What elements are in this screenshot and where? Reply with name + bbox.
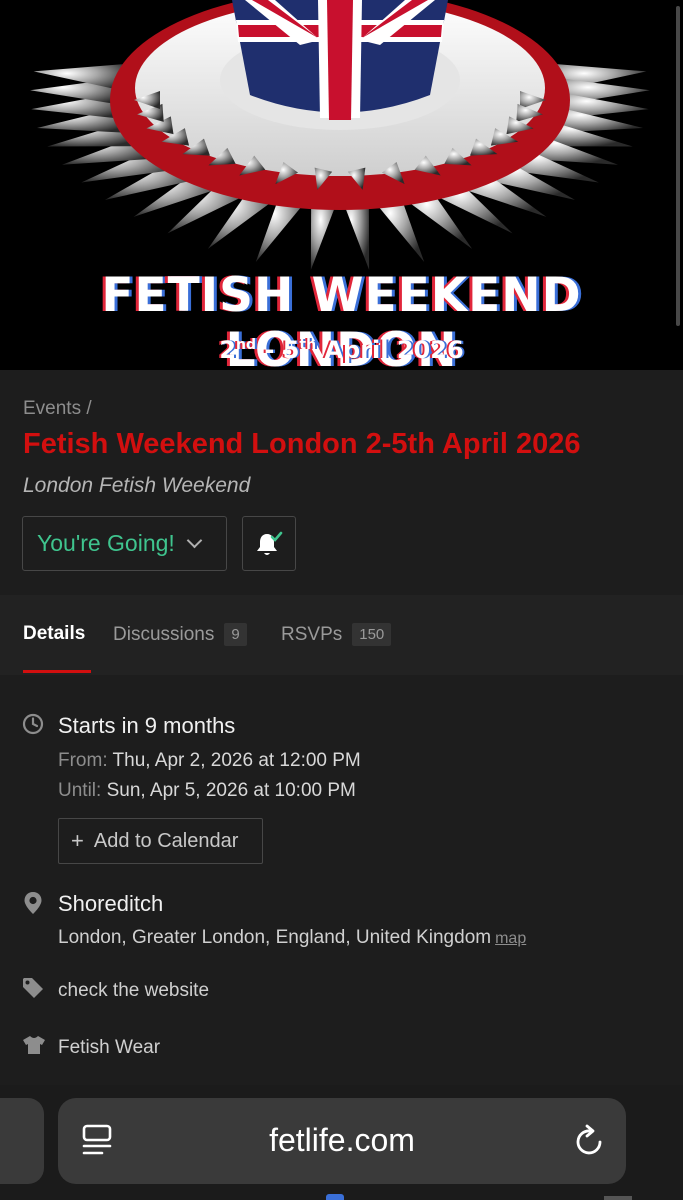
tag-icon bbox=[23, 978, 43, 998]
event-tabs: Details Discussions 9 RSVPs 150 bbox=[0, 595, 683, 675]
toolbar-share-hint bbox=[326, 1194, 344, 1200]
rsvp-status-button[interactable]: You're Going! bbox=[22, 516, 227, 571]
event-banner: FETISH WEEKEND LONDON 2nd - 5th April 20… bbox=[0, 0, 683, 370]
tab-discussions[interactable]: Discussions 9 bbox=[113, 623, 247, 646]
event-group-link[interactable]: London Fetish Weekend bbox=[23, 474, 250, 498]
map-pin-icon bbox=[24, 892, 42, 914]
bell-check-icon bbox=[257, 531, 283, 555]
tab-rsvps[interactable]: RSVPs 150 bbox=[281, 623, 392, 646]
end-date: Until: Sun, Apr 5, 2026 at 10:00 PM bbox=[58, 780, 356, 801]
venue-name: Shoreditch bbox=[58, 891, 164, 916]
map-link[interactable]: map bbox=[495, 930, 526, 947]
page-scrollbar[interactable] bbox=[676, 6, 680, 326]
event-details: Starts in 9 months From: Thu, Apr 2, 202… bbox=[0, 675, 683, 1085]
rsvps-count-badge: 150 bbox=[352, 623, 392, 646]
rsvp-status-label: You're Going! bbox=[37, 530, 175, 556]
banner-date: 2nd - 5th April 2026 bbox=[219, 336, 464, 364]
tab-details[interactable]: Details bbox=[23, 623, 85, 645]
url-text: fetlife.com bbox=[269, 1122, 415, 1158]
notification-toggle-button[interactable] bbox=[242, 516, 296, 571]
chevron-down-icon bbox=[186, 532, 203, 549]
browser-toolbar: fetlife.com bbox=[0, 1085, 683, 1200]
reload-icon[interactable] bbox=[574, 1124, 606, 1158]
add-to-calendar-button[interactable]: + Add to Calendar bbox=[58, 818, 263, 864]
venue-address: London, Greater London, England, United … bbox=[58, 927, 527, 948]
discussions-count-badge: 9 bbox=[224, 623, 247, 646]
previous-tab-preview[interactable] bbox=[0, 1098, 44, 1184]
event-cost: check the website bbox=[58, 980, 210, 1001]
toolbar-tabs-hint bbox=[604, 1196, 632, 1200]
active-tab-indicator bbox=[23, 670, 91, 673]
page-title: Fetish Weekend London 2-5th April 2026 bbox=[23, 428, 581, 460]
event-header: Events / Fetish Weekend London 2-5th Apr… bbox=[0, 370, 683, 595]
start-date: From: Thu, Apr 2, 2026 at 12:00 PM bbox=[58, 750, 361, 771]
clock-icon bbox=[22, 713, 44, 735]
start-countdown: Starts in 9 months bbox=[58, 713, 236, 738]
address-bar[interactable]: fetlife.com bbox=[58, 1098, 626, 1184]
plus-icon: + bbox=[71, 828, 84, 853]
dress-code: Fetish Wear bbox=[58, 1037, 161, 1058]
breadcrumb[interactable]: Events / bbox=[23, 398, 92, 420]
shirt-icon bbox=[23, 1036, 45, 1054]
